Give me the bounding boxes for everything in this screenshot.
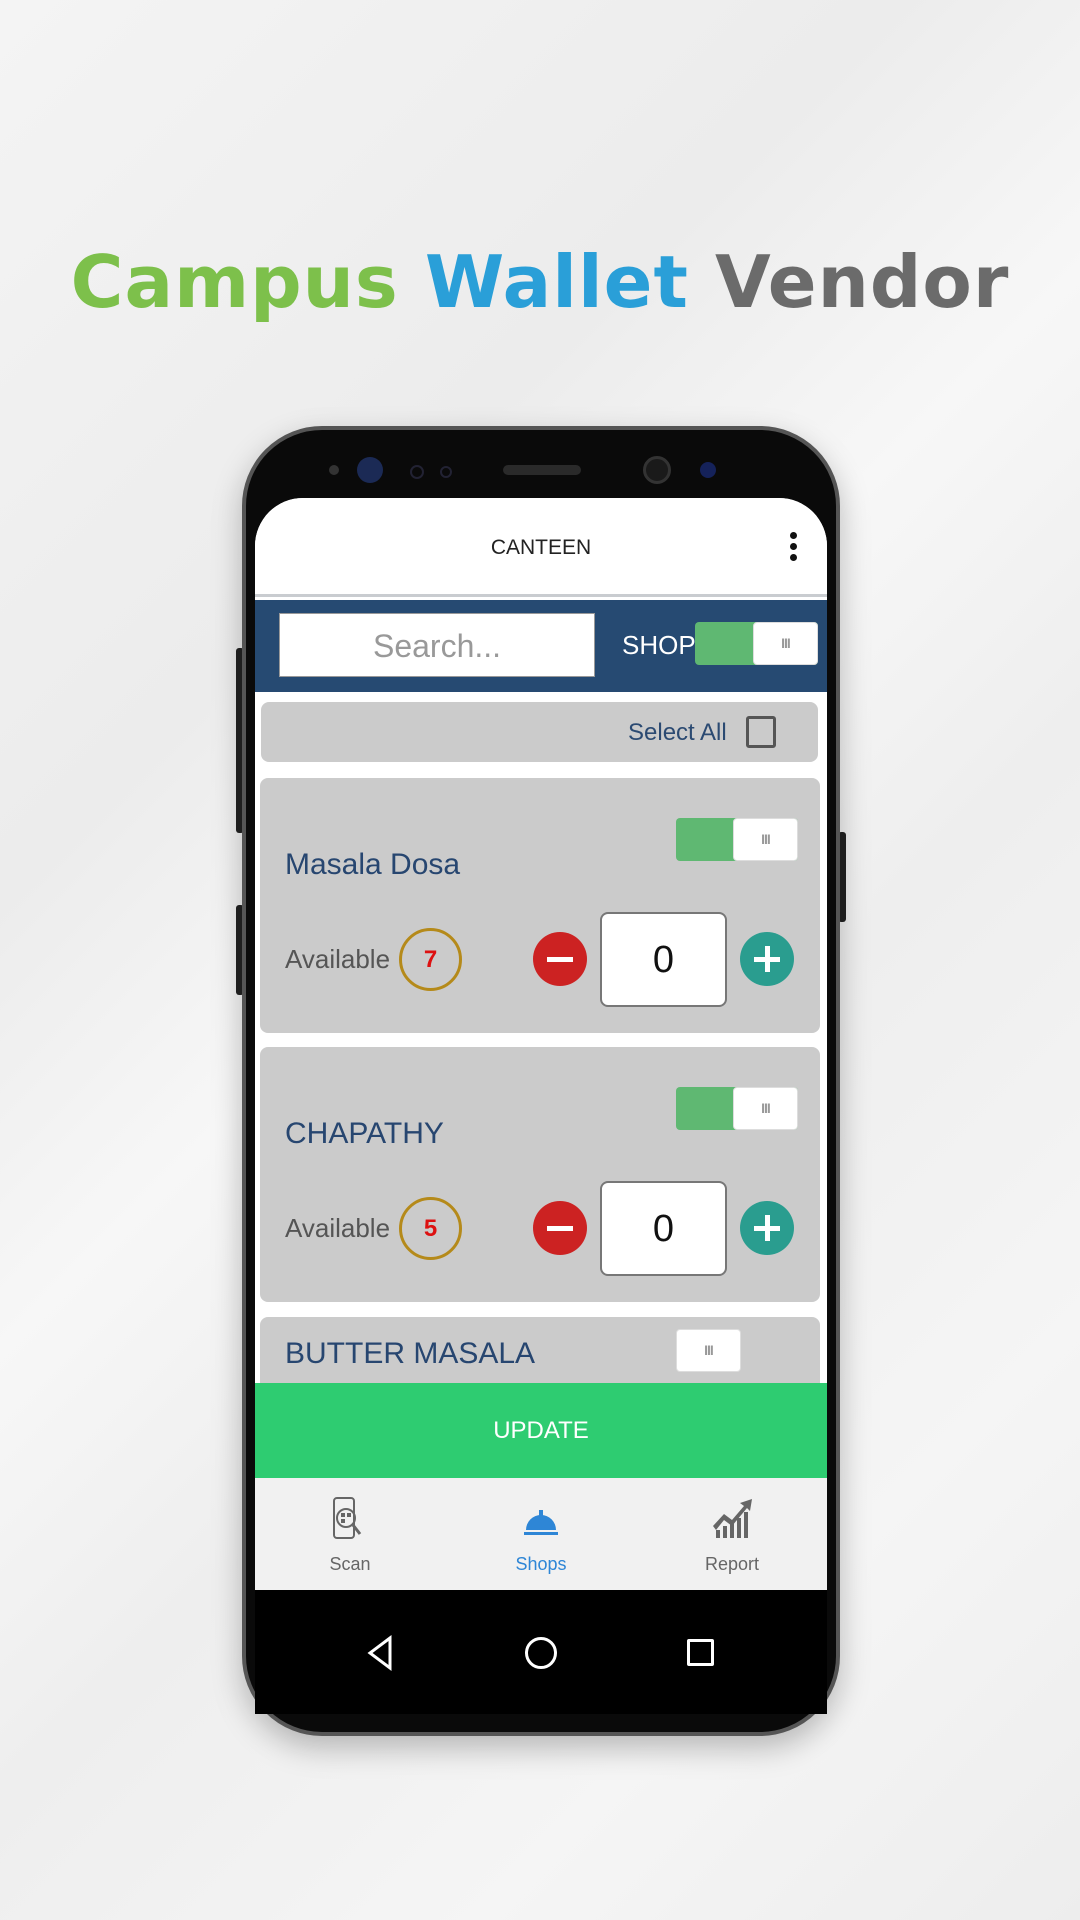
available-label: Available — [285, 944, 391, 974]
app-header: CANTEEN — [255, 498, 827, 597]
title-wallet: Wallet — [424, 240, 689, 324]
sensor-icon — [410, 465, 424, 479]
system-nav-bar — [255, 1590, 827, 1714]
toolbar: Search... SHOP III — [255, 600, 827, 692]
more-vertical-icon[interactable] — [790, 532, 800, 564]
recents-icon[interactable] — [687, 1639, 714, 1666]
iris-camera-icon — [700, 462, 716, 478]
select-all-row: Select All — [261, 702, 818, 762]
list-item: Masala Dosa III Available 7 0 — [260, 778, 820, 1033]
qr-scan-icon — [333, 1497, 362, 1539]
toggle-grip-icon: III — [753, 622, 818, 665]
app-screen: CANTEEN Search... SHOP III Select All Ma… — [255, 498, 827, 1590]
toggle-grip-icon: III — [733, 818, 798, 861]
update-button[interactable]: UPDATE — [255, 1383, 827, 1478]
chart-growth-icon — [713, 1499, 752, 1538]
increment-button[interactable] — [740, 1201, 794, 1255]
item-name: Masala Dosa — [285, 848, 461, 881]
iris-scanner-icon — [357, 457, 383, 483]
home-icon[interactable] — [525, 1637, 557, 1669]
increment-button[interactable] — [740, 932, 794, 986]
promo-title: Campus Wallet Vendor — [0, 240, 1080, 324]
select-all-label: Select All — [628, 719, 727, 746]
front-camera-icon — [643, 456, 671, 484]
title-vendor: Vendor — [714, 240, 1010, 324]
list-item: BUTTER MASALA III — [260, 1317, 820, 1383]
toggle-grip-icon: III — [733, 1087, 798, 1130]
sensor-icon — [440, 466, 452, 478]
item-toggle[interactable]: III — [676, 1329, 798, 1372]
item-toggle[interactable]: III — [676, 818, 798, 861]
select-all-checkbox[interactable] — [746, 716, 776, 748]
item-name: CHAPATHY — [285, 1117, 444, 1150]
sensor-icon — [329, 465, 339, 475]
nav-report-label: Report — [704, 1554, 760, 1574]
nav-scan-label: Scan — [329, 1554, 371, 1574]
bottom-nav: Scan Shops Report — [255, 1478, 827, 1590]
quantity-input[interactable]: 0 — [600, 912, 727, 1007]
available-label: Available — [285, 1213, 391, 1243]
nav-report[interactable]: Report — [637, 1478, 827, 1590]
quantity-input[interactable]: 0 — [600, 1181, 727, 1276]
toggle-grip-icon: III — [676, 1329, 741, 1372]
nav-shops[interactable]: Shops — [446, 1478, 636, 1590]
header-title: CANTEEN — [490, 536, 592, 559]
item-toggle[interactable]: III — [676, 1087, 798, 1130]
service-bell-icon — [524, 1510, 558, 1535]
shop-toggle[interactable]: III — [695, 622, 818, 665]
item-list[interactable]: Select All Masala Dosa III Available 7 0… — [255, 692, 827, 1383]
decrement-button[interactable] — [533, 932, 587, 986]
search-input[interactable]: Search... — [279, 613, 595, 677]
list-item: CHAPATHY III Available 5 0 — [260, 1047, 820, 1302]
decrement-button[interactable] — [533, 1201, 587, 1255]
earpiece — [503, 465, 581, 475]
available-count: 5 — [399, 1197, 462, 1260]
back-icon[interactable] — [365, 1635, 395, 1671]
available-count: 7 — [399, 928, 462, 991]
nav-scan[interactable]: Scan — [255, 1478, 445, 1590]
item-name: BUTTER MASALA — [285, 1337, 536, 1370]
shop-label: SHOP — [622, 630, 696, 660]
nav-shops-label: Shops — [515, 1554, 567, 1574]
title-campus: Campus — [70, 240, 399, 324]
